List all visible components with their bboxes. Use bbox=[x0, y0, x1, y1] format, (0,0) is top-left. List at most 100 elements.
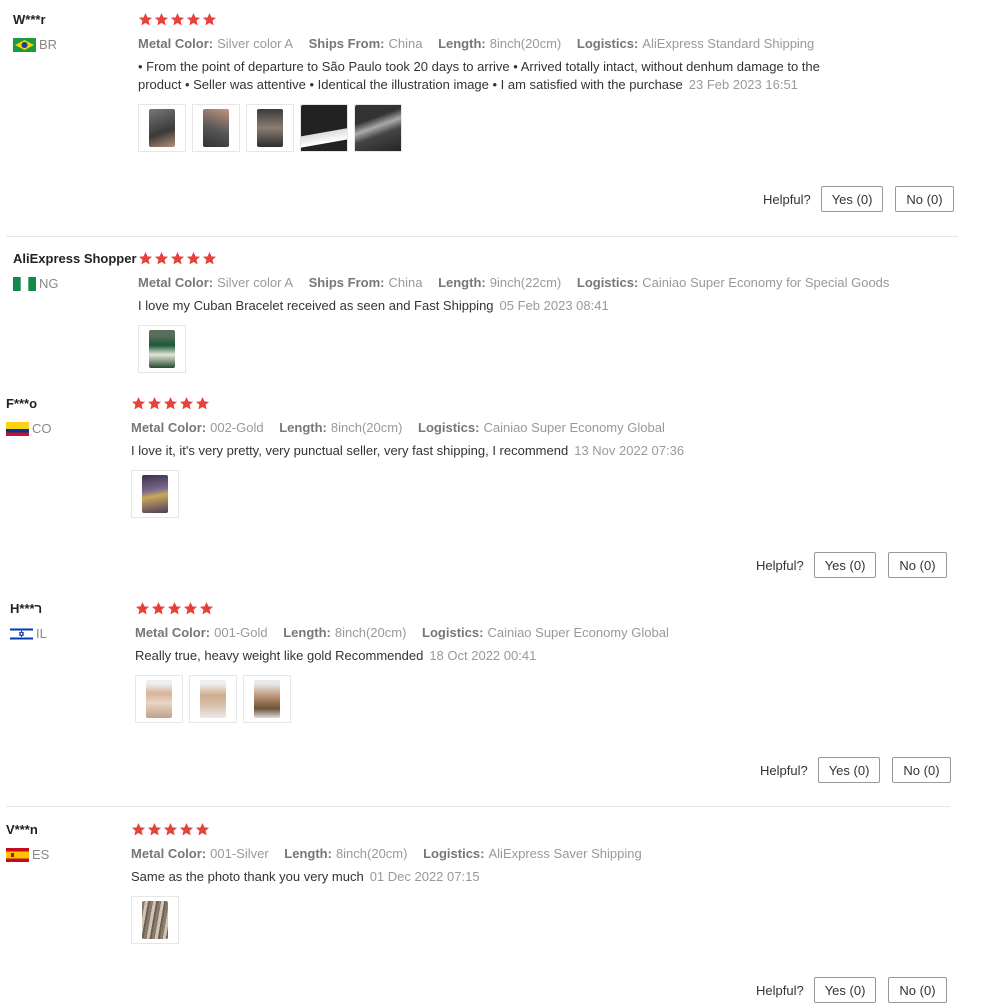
country-code: BR bbox=[39, 37, 58, 52]
review-text: Really true, heavy weight like gold Reco… bbox=[135, 648, 424, 663]
star-icon bbox=[183, 601, 198, 616]
review-photo[interactable] bbox=[189, 675, 237, 723]
metal-color-value: 001-Silver bbox=[210, 846, 269, 861]
ships-from-value: China bbox=[388, 36, 423, 51]
reviewer-name: H***ר bbox=[10, 601, 43, 616]
helpful-label: Helpful? bbox=[756, 557, 804, 573]
star-icon bbox=[154, 251, 169, 266]
prop-label: Length: bbox=[438, 275, 486, 290]
review-date: 13 Nov 2022 07:36 bbox=[574, 443, 685, 458]
country-code: NG bbox=[39, 276, 59, 291]
length-value: 8inch(20cm) bbox=[335, 846, 408, 861]
reviewer-name: V***n bbox=[6, 822, 38, 837]
prop-label: Metal Color: bbox=[135, 625, 211, 640]
metal-color-value: Silver color A bbox=[217, 275, 293, 290]
helpful-label: Helpful? bbox=[756, 982, 804, 998]
reviewer-country: BR bbox=[13, 37, 141, 53]
star-rating bbox=[135, 601, 935, 617]
country-code: ES bbox=[32, 847, 50, 862]
reviewer-name: W***r bbox=[13, 12, 46, 27]
helpful-label: Helpful? bbox=[763, 191, 811, 207]
prop-label: Length: bbox=[279, 420, 327, 435]
star-icon bbox=[179, 396, 194, 411]
star-icon bbox=[135, 601, 150, 616]
helpful-section: Helpful? Yes (0) No (0) bbox=[763, 186, 954, 212]
review-body: Metal Color: 002-Gold Length: 8inch(20cm) … bbox=[131, 396, 931, 518]
review-photo[interactable] bbox=[246, 104, 294, 152]
review-photos bbox=[131, 470, 931, 518]
logistics-value: AliExpress Saver Shipping bbox=[488, 846, 642, 861]
prop-label: Length: bbox=[438, 36, 486, 51]
review-date: 05 Feb 2023 08:41 bbox=[499, 298, 609, 313]
ships-from-value: China bbox=[388, 275, 423, 290]
helpful-no-button[interactable]: No (0) bbox=[888, 977, 947, 1003]
sku-properties: Metal Color: Silver color A Ships From: Ch… bbox=[138, 36, 858, 52]
review-text: Same as the photo thank you very much bbox=[131, 869, 364, 884]
star-icon bbox=[170, 251, 185, 266]
helpful-yes-button[interactable]: Yes (0) bbox=[820, 186, 884, 212]
prop-label: Metal Color: bbox=[138, 36, 214, 51]
prop-label: Metal Color: bbox=[131, 420, 207, 435]
star-icon bbox=[195, 822, 210, 837]
reviewer-info: V***n ES bbox=[6, 822, 134, 863]
review-divider bbox=[6, 236, 958, 237]
length-value: 8inch(20cm) bbox=[489, 36, 562, 51]
review-photo[interactable] bbox=[138, 325, 186, 373]
prop-label: Ships From: bbox=[308, 275, 385, 290]
reviewer-info: F***o CO bbox=[6, 396, 134, 437]
review-text-block: I love my Cuban Bracelet received as see… bbox=[138, 297, 938, 315]
helpful-no-button[interactable]: No (0) bbox=[888, 552, 947, 578]
helpful-no-button[interactable]: No (0) bbox=[895, 186, 954, 212]
reviewer-country: ES bbox=[6, 847, 134, 863]
prop-label: Logistics: bbox=[418, 420, 480, 435]
length-value: 8inch(20cm) bbox=[330, 420, 403, 435]
star-rating bbox=[131, 822, 931, 838]
star-icon bbox=[147, 822, 162, 837]
logistics-value: Cainiao Super Economy for Special Goods bbox=[642, 275, 890, 290]
reviewer-info: AliExpress Shopper NG bbox=[13, 251, 141, 292]
length-value: 8inch(20cm) bbox=[334, 625, 407, 640]
review-body: Metal Color: 001-Silver Length: 8inch(20cm… bbox=[131, 822, 931, 944]
review-body: Metal Color: 001-Gold Length: 8inch(20cm) … bbox=[135, 601, 935, 723]
helpful-section: Helpful? Yes (0) No (0) bbox=[756, 552, 947, 578]
star-rating bbox=[138, 12, 858, 28]
helpful-yes-button[interactable]: Yes (0) bbox=[817, 757, 881, 783]
star-icon bbox=[202, 12, 217, 27]
helpful-yes-button[interactable]: Yes (0) bbox=[813, 552, 877, 578]
review-photo[interactable] bbox=[135, 675, 183, 723]
reviewer-country: CO bbox=[6, 421, 134, 437]
sku-properties: Metal Color: Silver color A Ships From: Ch… bbox=[138, 275, 938, 291]
nigeria-flag-icon bbox=[13, 277, 36, 291]
review-body: Metal Color: Silver color A Ships From: Ch… bbox=[138, 251, 938, 373]
prop-label: Ships From: bbox=[308, 36, 385, 51]
review-text-block: Same as the photo thank you very much 01 … bbox=[131, 868, 931, 886]
helpful-no-button[interactable]: No (0) bbox=[892, 757, 951, 783]
metal-color-value: 001-Gold bbox=[214, 625, 268, 640]
review-photo[interactable] bbox=[192, 104, 240, 152]
review-photo[interactable] bbox=[131, 896, 179, 944]
prop-label: Length: bbox=[283, 625, 331, 640]
review-photos bbox=[135, 675, 935, 723]
star-icon bbox=[186, 251, 201, 266]
star-icon bbox=[131, 822, 146, 837]
review-photo[interactable] bbox=[131, 470, 179, 518]
star-icon bbox=[202, 251, 217, 266]
review-text-block: Really true, heavy weight like gold Reco… bbox=[135, 647, 935, 665]
helpful-section: Helpful? Yes (0) No (0) bbox=[760, 757, 951, 783]
star-icon bbox=[163, 396, 178, 411]
prop-label: Metal Color: bbox=[138, 275, 214, 290]
star-icon bbox=[186, 12, 201, 27]
prop-label: Metal Color: bbox=[131, 846, 207, 861]
review-body: Metal Color: Silver color A Ships From: Ch… bbox=[138, 12, 858, 152]
review-photo[interactable] bbox=[138, 104, 186, 152]
prop-label: Length: bbox=[284, 846, 332, 861]
review-date: 01 Dec 2022 07:15 bbox=[369, 869, 480, 884]
star-icon bbox=[170, 12, 185, 27]
review-photo[interactable] bbox=[354, 104, 402, 152]
helpful-section: Helpful? Yes (0) No (0) bbox=[756, 977, 947, 1003]
review-photo[interactable] bbox=[243, 675, 291, 723]
review-photo[interactable] bbox=[300, 104, 348, 152]
prop-label: Logistics: bbox=[576, 36, 639, 51]
country-code: IL bbox=[36, 626, 47, 641]
helpful-yes-button[interactable]: Yes (0) bbox=[813, 977, 877, 1003]
